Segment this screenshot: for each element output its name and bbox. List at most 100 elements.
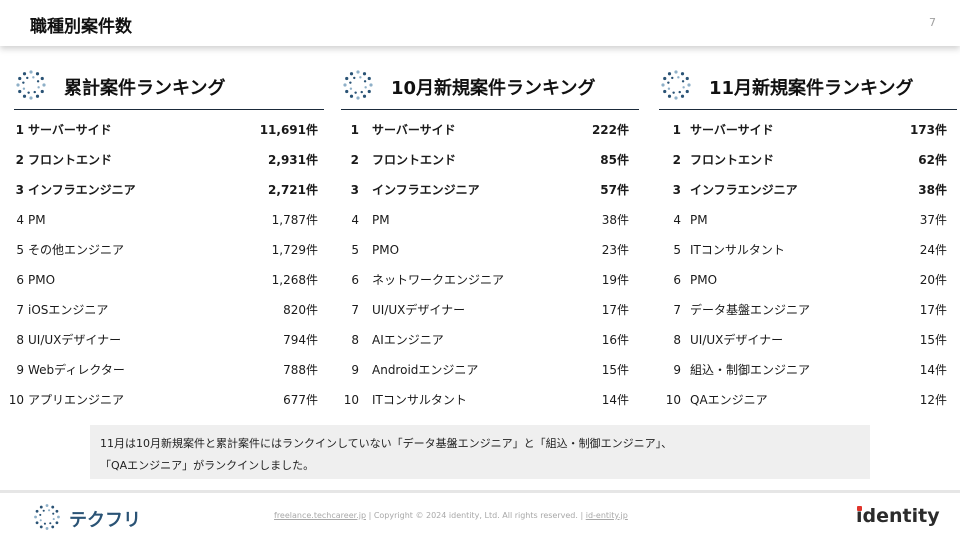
job-category: UI/UXデザイナー xyxy=(28,333,122,347)
case-count: 222件 xyxy=(591,123,629,137)
ranking-row: 3 インフラエンジニア 2,721件 xyxy=(14,170,324,200)
rank-number: 6 xyxy=(16,273,24,287)
case-count: 794件 xyxy=(283,333,318,347)
column-header: 10月新規案件ランキング xyxy=(341,62,639,110)
ranking-row: 6 ネットワークエンジニア 19件 xyxy=(341,260,639,290)
site-link[interactable]: freelance.techcareer.jp xyxy=(274,511,366,520)
rank-number: 7 xyxy=(351,303,359,317)
ranking-row: 9 組込・制御エンジニア 14件 xyxy=(659,350,957,380)
case-count: 820件 xyxy=(283,303,318,317)
rank-number: 4 xyxy=(351,213,359,227)
rank-number: 8 xyxy=(351,333,359,347)
case-count: 677件 xyxy=(283,393,318,407)
job-category: インフラエンジニア xyxy=(690,183,798,197)
case-count: 15件 xyxy=(601,363,629,377)
case-count: 2,721件 xyxy=(268,183,318,197)
case-count: 23件 xyxy=(601,243,629,257)
ranking-row: 1 サーバーサイド 173件 xyxy=(659,110,957,140)
ranking-row: 9 Webディレクター 788件 xyxy=(14,350,324,380)
job-category: PM xyxy=(372,213,390,227)
column-title: 累計案件ランキング xyxy=(64,78,226,99)
job-category: フロントエンド xyxy=(28,153,113,167)
job-category: ネットワークエンジニア xyxy=(372,273,505,287)
column-header: 11月新規案件ランキング xyxy=(659,62,957,110)
ranking-row: 4 PM 37件 xyxy=(659,200,957,230)
case-count: 1,268件 xyxy=(271,273,318,287)
separator: | xyxy=(580,511,584,520)
case-count: 38件 xyxy=(918,183,947,197)
rank-number: 3 xyxy=(350,183,359,197)
job-category: データ基盤エンジニア xyxy=(690,303,811,317)
ranking-column: 10月新規案件ランキング 1 サーバーサイド 222件 2 フロントエンド 85件 3 インフラ… xyxy=(341,62,639,410)
ranking-row: 2 フロントエンド 85件 xyxy=(341,140,639,170)
ranking-row: 4 PM 1,787件 xyxy=(14,200,324,230)
case-count: 24件 xyxy=(919,243,947,257)
column-header: 累計案件ランキング xyxy=(14,62,324,110)
case-count: 1,729件 xyxy=(271,243,318,257)
job-category: 組込・制御エンジニア xyxy=(690,363,811,377)
job-category: PMO xyxy=(690,273,718,287)
note-box: 11月は10月新規案件と累計案件にはランクインしていない「データ基盤エンジニア」… xyxy=(90,425,870,479)
case-count: 17件 xyxy=(919,303,947,317)
footer-divider xyxy=(0,490,960,493)
case-count: 17件 xyxy=(601,303,629,317)
job-category: PMO xyxy=(372,243,400,257)
case-count: 37件 xyxy=(919,213,947,227)
logo-red-dot xyxy=(857,506,862,511)
rank-number: 8 xyxy=(673,333,681,347)
job-category: Webディレクター xyxy=(28,363,125,377)
ranking-row: 8 UI/UXデザイナー 15件 xyxy=(659,320,957,350)
job-category: サーバーサイド xyxy=(28,123,112,137)
job-category: サーバーサイド xyxy=(372,123,456,137)
dotted-circle-icon xyxy=(661,70,691,100)
case-count: 11,691件 xyxy=(259,123,318,137)
ranking-row: 10 QAエンジニア 12件 xyxy=(659,380,957,410)
case-count: 20件 xyxy=(919,273,947,287)
job-category: Androidエンジニア xyxy=(372,363,479,377)
case-count: 14件 xyxy=(601,393,629,407)
column-title: 10月新規案件ランキング xyxy=(391,78,596,99)
footer-copyright: freelance.techcareer.jp | Copyright © 20… xyxy=(274,511,628,520)
dotted-circle-icon xyxy=(343,70,373,100)
ranking-row: 7 UI/UXデザイナー 17件 xyxy=(341,290,639,320)
job-category: QAエンジニア xyxy=(690,393,768,407)
corp-link[interactable]: id-entity.jp xyxy=(586,511,628,520)
ranking-row: 7 データ基盤エンジニア 17件 xyxy=(659,290,957,320)
dotted-circle-icon xyxy=(16,70,46,100)
page-number: 7 xyxy=(929,16,936,29)
rank-number: 4 xyxy=(673,213,681,227)
case-count: 2,931件 xyxy=(268,153,318,167)
ranking-row: 9 Androidエンジニア 15件 xyxy=(341,350,639,380)
ranking-row: 7 iOSエンジニア 820件 xyxy=(14,290,324,320)
case-count: 12件 xyxy=(919,393,947,407)
case-count: 85件 xyxy=(600,153,629,167)
ranking-row: 6 PMO 1,268件 xyxy=(14,260,324,290)
rank-number: 7 xyxy=(16,303,24,317)
note-line-2: 「QAエンジニア」がランクインしました。 xyxy=(100,459,315,472)
rank-number: 4 xyxy=(16,213,24,227)
note-line-1: 11月は10月新規案件と累計案件にはランクインしていない「データ基盤エンジニア」… xyxy=(100,437,673,450)
job-category: その他エンジニア xyxy=(28,243,125,257)
ranking-row: 8 AIエンジニア 16件 xyxy=(341,320,639,350)
separator: | xyxy=(368,511,372,520)
case-count: 62件 xyxy=(918,153,947,167)
case-count: 38件 xyxy=(601,213,629,227)
job-category: iOSエンジニア xyxy=(28,303,109,317)
rank-number: 6 xyxy=(673,273,681,287)
case-count: 788件 xyxy=(283,363,318,377)
ranking-row: 2 フロントエンド 2,931件 xyxy=(14,140,324,170)
rank-number: 10 xyxy=(343,393,359,407)
case-count: 173件 xyxy=(909,123,947,137)
job-category: インフラエンジニア xyxy=(28,183,136,197)
logo-rest: dentity xyxy=(862,505,940,527)
identity-logo: i dentity xyxy=(856,505,940,527)
ranking-row: 8 UI/UXデザイナー 794件 xyxy=(14,320,324,350)
ranking-column: 累計案件ランキング 1 サーバーサイド 11,691件 2 フロントエンド 2,931件 3 イ… xyxy=(9,62,324,410)
ranking-row: 3 インフラエンジニア 57件 xyxy=(341,170,639,200)
case-count: 14件 xyxy=(919,363,947,377)
ranking-row: 1 サーバーサイド 11,691件 xyxy=(14,110,324,140)
rank-number: 3 xyxy=(672,183,681,197)
job-category: UI/UXデザイナー xyxy=(690,333,784,347)
case-count: 16件 xyxy=(601,333,629,347)
rank-number: 2 xyxy=(672,153,681,167)
